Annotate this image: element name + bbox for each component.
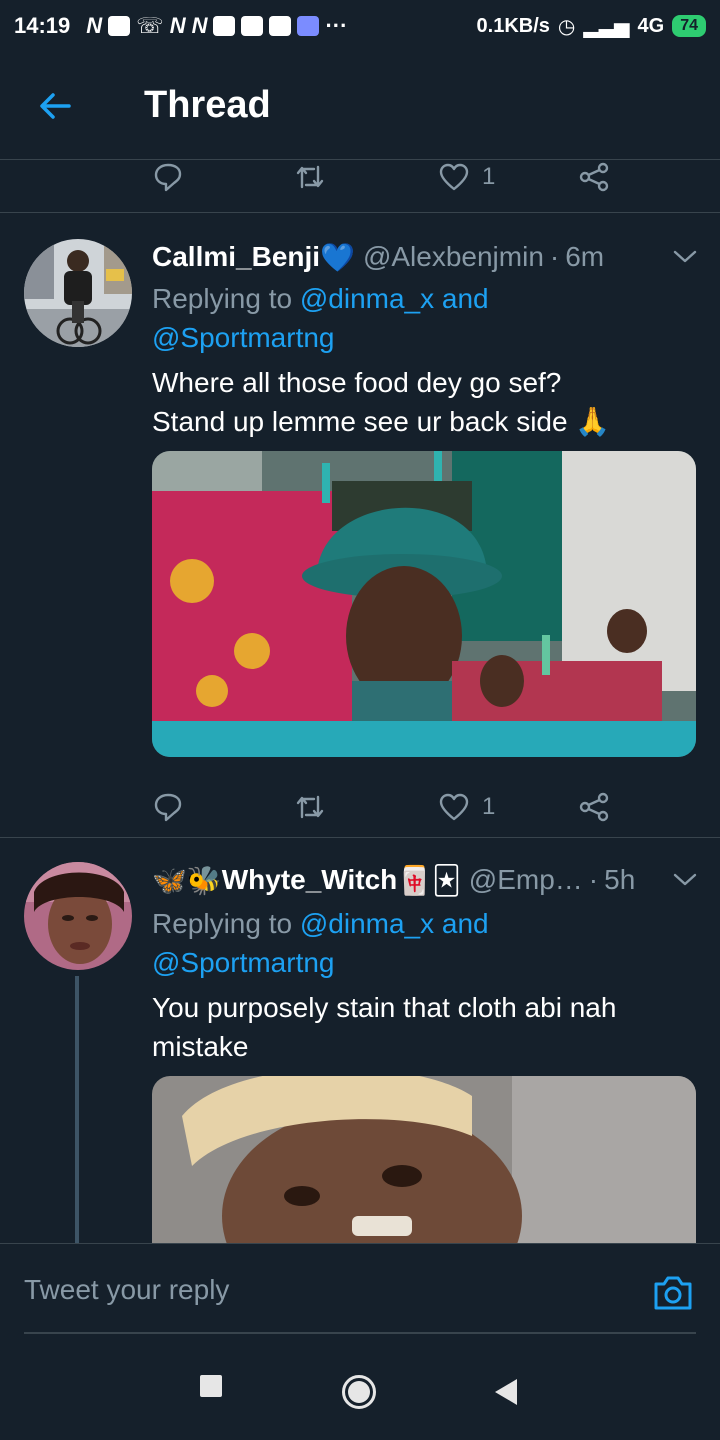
display-name[interactable]: Callmi_Benji [152, 241, 320, 273]
status-time: 14:19 [14, 13, 71, 38]
reply-input[interactable]: Tweet your reply [24, 1274, 229, 1306]
tweet-text-line: Stand up lemme see ur back side 🙏 [152, 406, 611, 437]
retweet-icon [296, 165, 324, 189]
tweet-time: 6m [565, 241, 605, 272]
share-action-button[interactable] [578, 787, 610, 827]
share-icon [579, 792, 609, 822]
chevron-down-icon[interactable] [670, 242, 700, 272]
name-suffix-emoji: 🀄🃏 [397, 864, 461, 896]
tweet-image[interactable] [152, 1076, 696, 1243]
reply-icon [154, 163, 182, 192]
replying-prefix: Replying to [152, 908, 293, 939]
message-icon [213, 16, 236, 36]
separator-dot: · [549, 241, 560, 272]
heart-icon [439, 793, 469, 821]
chevron-down-icon[interactable] [670, 865, 700, 895]
like-count: 1 [482, 793, 496, 820]
mention-link[interactable]: @dinma_x and [300, 908, 489, 939]
thread-header: Thread [0, 52, 720, 160]
book-icon [297, 16, 320, 36]
tweet-header: 🦋🐝 Whyte_Witch 🀄🃏 @Emp… · 5h [152, 860, 700, 900]
user-handle[interactable]: @Alexbenjmin [363, 241, 544, 273]
mention-link-2[interactable]: @Sportmartng [152, 322, 335, 353]
avatar[interactable] [24, 862, 132, 970]
display-name[interactable]: Whyte_Witch [222, 864, 398, 896]
heart-icon [439, 163, 469, 191]
reply-icon [154, 793, 182, 822]
retweet-action-button[interactable] [294, 161, 326, 197]
mention-link-2[interactable]: @Sportmartng [152, 947, 335, 978]
net-speed: 0.1KB/s [476, 14, 550, 37]
p-app-icon [108, 16, 131, 36]
replying-to: Replying to @dinma_x and @Sportmartng [152, 279, 692, 357]
page-title: Thread [144, 84, 271, 126]
reply-input-underline [24, 1332, 696, 1334]
like-count: 1 [482, 163, 496, 190]
square-icon [200, 1375, 222, 1397]
tweet-image[interactable] [152, 451, 696, 757]
like-action-button[interactable]: 1 [438, 161, 495, 197]
status-bar: 14:19 N ☏ N N ··· 0.1KB/s ◷ ▂▃▅ 4G 74 [0, 0, 720, 52]
reply-composer: Tweet your reply [0, 1243, 720, 1335]
network-type: 4G [637, 14, 665, 37]
retweet-action-button[interactable] [294, 787, 326, 827]
tweet-text: You purposely stain that cloth abi nah m… [152, 988, 692, 1066]
whatsapp-icon: ☏ [136, 13, 164, 38]
retweet-icon [296, 795, 324, 819]
tweet-text-line: Where all those food dey go sef? [152, 367, 562, 398]
reply-action-button[interactable] [152, 161, 184, 197]
name-prefix-emoji: 🦋🐝 [152, 864, 222, 896]
home-button[interactable] [341, 1374, 377, 1415]
home-circle-icon [342, 1375, 376, 1409]
back-button[interactable] [0, 52, 110, 160]
like-action-button[interactable]: 1 [438, 787, 495, 827]
arrow-left-icon [40, 92, 71, 119]
avatar[interactable] [24, 239, 132, 347]
separator-dot: · [588, 864, 599, 895]
triangle-back-icon [495, 1379, 517, 1405]
alarm-icon: ◷ [557, 15, 576, 38]
replying-to: Replying to @dinma_x and @Sportmartng [152, 904, 692, 982]
news-app-icon-3: N [191, 13, 208, 38]
share-action-button[interactable] [578, 161, 610, 197]
signal-icon: ▂▃▅ [583, 15, 630, 38]
mention-link[interactable]: @dinma_x and [300, 283, 489, 314]
share-icon [579, 162, 609, 192]
news-app-icon-2: N [169, 13, 186, 38]
back-nav-button[interactable] [494, 1378, 518, 1411]
tweet-header: Callmi_Benji 💙 @Alexbenjmin · 6m [152, 237, 700, 277]
reply-action-button[interactable] [152, 787, 184, 827]
camera-icon [654, 1276, 692, 1310]
battery-level: 74 [672, 15, 706, 37]
user-handle[interactable]: @Emp… [469, 864, 583, 896]
tweet-time: 5h [604, 864, 636, 895]
tweet-text-line: mistake [152, 1031, 249, 1062]
news-app-icon: N [86, 13, 103, 38]
camera-button[interactable] [652, 1274, 694, 1312]
thread-connector-line [75, 976, 79, 1243]
tweet-callmi-benji[interactable]: Callmi_Benji 💙 @Alexbenjmin · 6m Replyin… [0, 213, 720, 837]
replying-prefix: Replying to [152, 283, 293, 314]
system-nav-bar [0, 1340, 720, 1440]
previous-tweet-actions: 1 [0, 161, 720, 213]
tweet-text-line: You purposely stain that cloth abi nah [152, 992, 617, 1023]
tweet-text: Where all those food dey go sef? Stand u… [152, 363, 692, 441]
recent-apps-button[interactable] [199, 1374, 223, 1403]
more-notifications-icon: ··· [325, 13, 348, 38]
notification-icons: N ☏ N N ··· [86, 13, 347, 39]
name-emoji: 💙 [320, 241, 355, 273]
message-icon-3 [269, 16, 292, 36]
thread-feed[interactable]: 1 Callmi_Benji 💙 @Alexbenjmin · 6m Reply… [0, 161, 720, 1243]
message-icon-2 [241, 16, 264, 36]
tweet-whyte-witch[interactable]: 🦋🐝 Whyte_Witch 🀄🃏 @Emp… · 5h Replying to… [0, 838, 720, 1243]
